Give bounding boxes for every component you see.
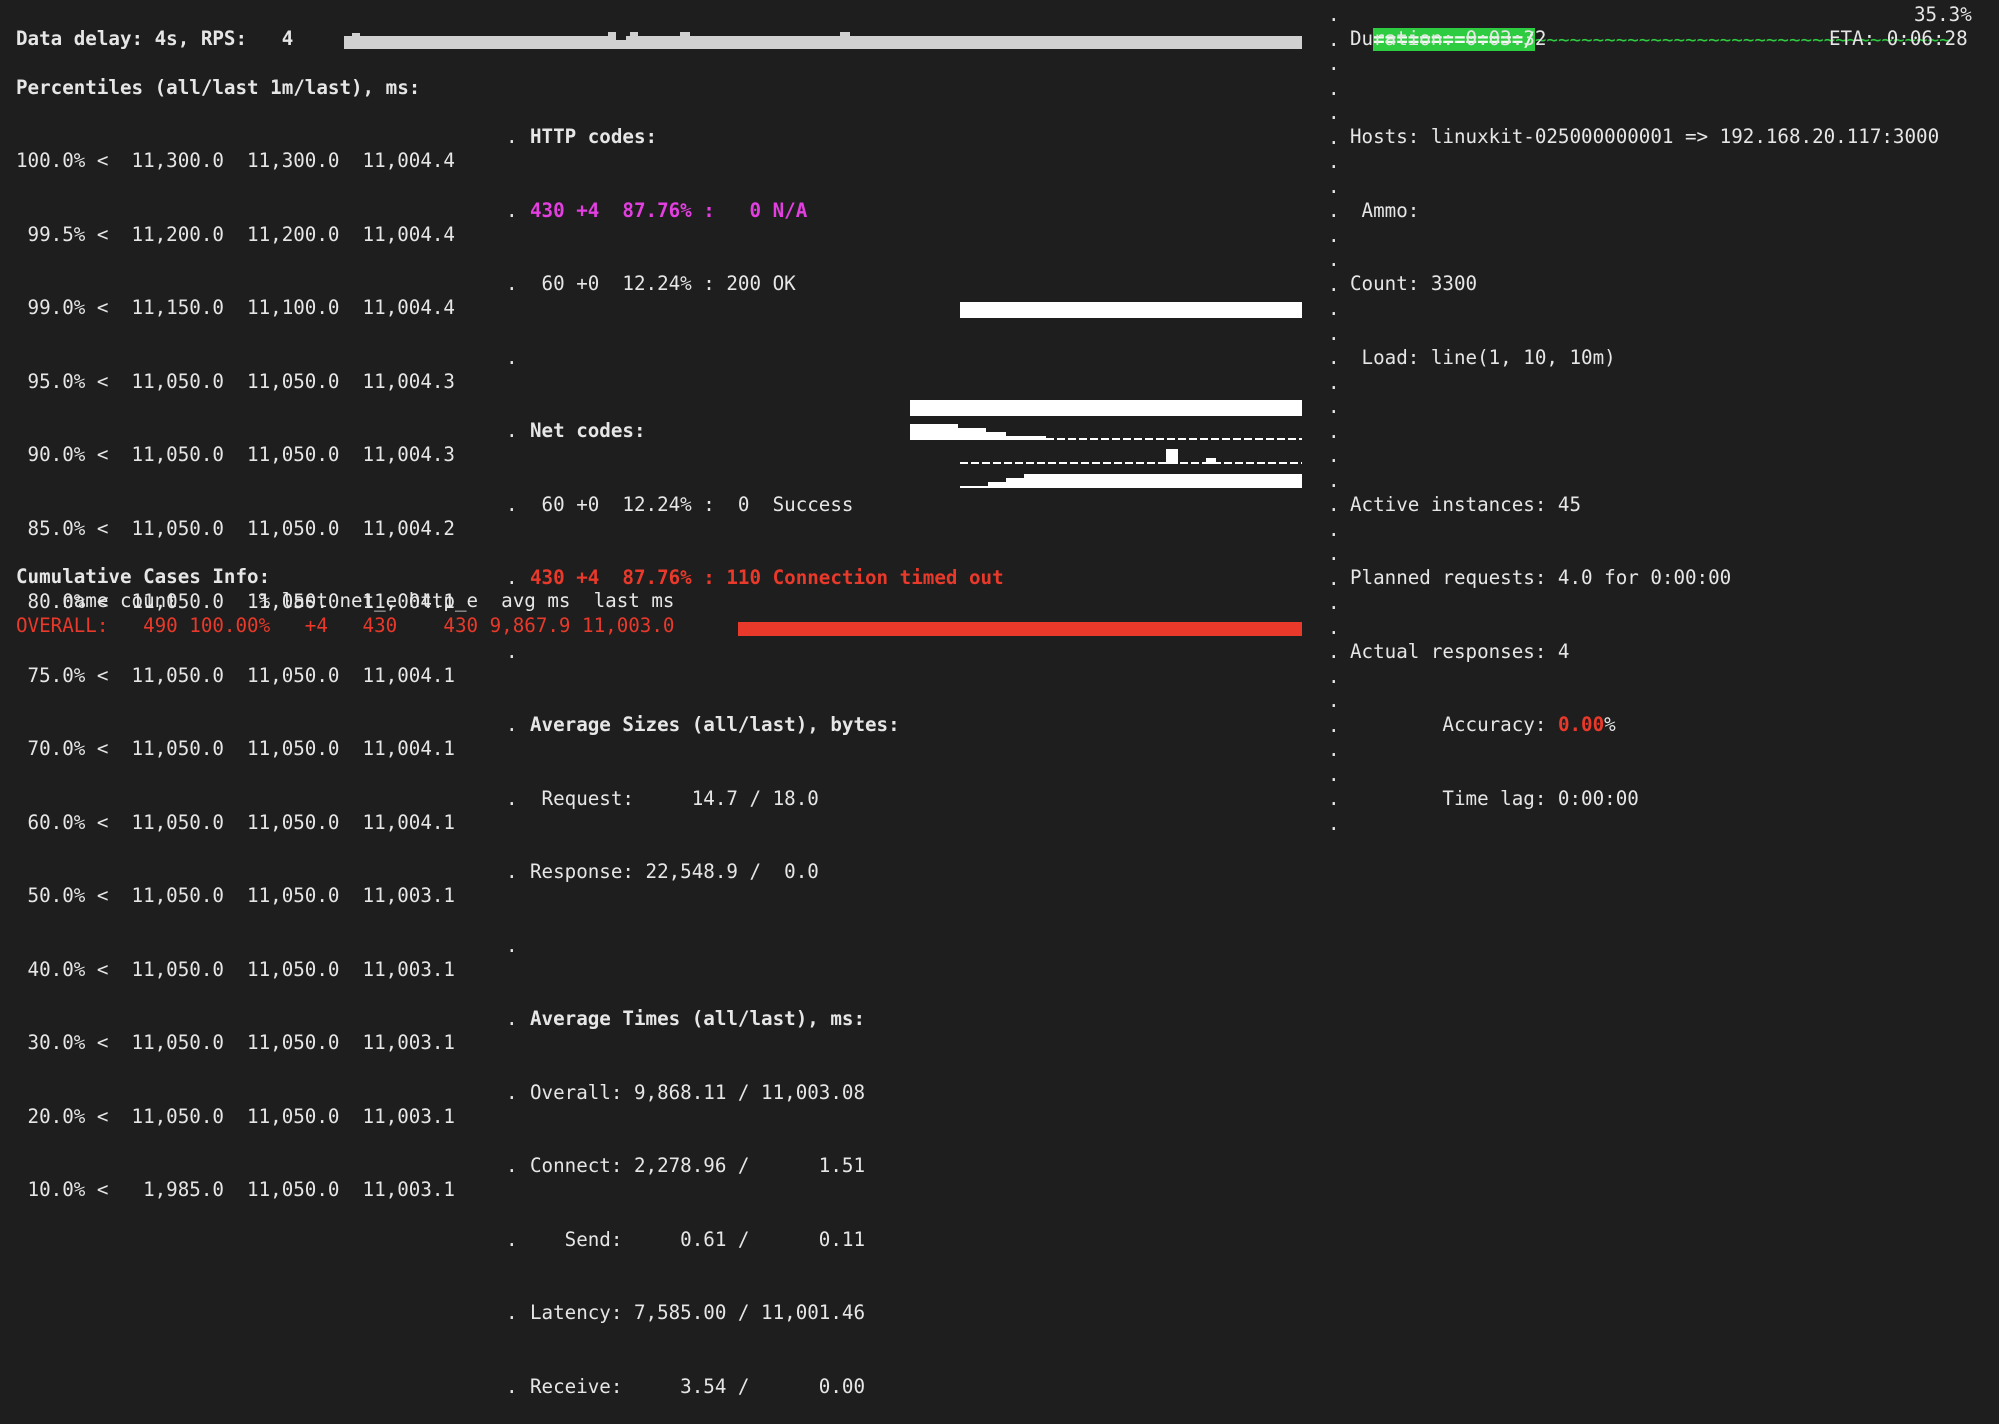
http-codes-section: HTTP codes: 430 +4 87.76% : 0 N/A 60 +0 … bbox=[530, 76, 1004, 1424]
separator-dot: . bbox=[1328, 199, 1340, 222]
percentiles-title: Percentiles (all/last 1m/last), ms: bbox=[16, 76, 421, 99]
accuracy-line: Accuracy: 0.00% bbox=[1350, 713, 1616, 736]
percentiles-table: 100.0% < 11,300.0 11,300.0 11,004.4 99.5… bbox=[16, 100, 455, 1227]
separator-dot: . bbox=[1328, 689, 1340, 712]
http-code-row-430: 430 +4 87.76% : 0 N/A bbox=[530, 198, 808, 222]
cases-overall-row: OVERALL: 490 100.00% +4 430 430 9,867.9 … bbox=[16, 614, 675, 637]
separator-dot: . bbox=[1328, 76, 1340, 100]
percentile-row: 95.0% < 11,050.0 11,050.0 11,004.3 bbox=[16, 369, 455, 393]
separator-dot: . bbox=[1328, 517, 1340, 541]
percentile-row: 90.0% < 11,050.0 11,050.0 11,004.3 bbox=[16, 443, 455, 466]
separator-dot: . bbox=[1328, 542, 1340, 565]
separator-dot: . bbox=[1328, 640, 1340, 663]
percentile-row: 50.0% < 11,050.0 11,050.0 11,003.1 bbox=[16, 884, 455, 907]
data-delay-rps: Data delay: 4s, RPS: 4 bbox=[16, 27, 294, 50]
separator-dot: . bbox=[1328, 223, 1340, 247]
load: Load: line(1, 10, 10m) bbox=[1350, 345, 1616, 369]
avg-time-send: Send: 0.61 / 0.11 bbox=[530, 1227, 866, 1251]
separator-dot: . bbox=[1328, 493, 1340, 516]
cases-title: Cumulative Cases Info: bbox=[16, 565, 271, 588]
separator-dot: . bbox=[1328, 615, 1340, 639]
separator-dot: . bbox=[1328, 811, 1340, 835]
percentile-row: 70.0% < 11,050.0 11,050.0 11,004.1 bbox=[16, 737, 455, 760]
count: Count: 3300 bbox=[1350, 272, 1478, 295]
separator-dot: . bbox=[1328, 321, 1340, 345]
separator-dot: . bbox=[1328, 52, 1340, 75]
avg-sizes-title: Average Sizes (all/last), bytes: bbox=[530, 713, 900, 736]
percentile-row: 20.0% < 11,050.0 11,050.0 11,003.1 bbox=[16, 1104, 455, 1128]
percentile-row: 10.0% < 1,985.0 11,050.0 11,003.1 bbox=[16, 1178, 455, 1201]
progress-percent: 35.3% bbox=[1914, 3, 1972, 26]
separator-dot: . bbox=[1328, 664, 1340, 688]
eta: ETA: 0:06:28 bbox=[1829, 27, 1968, 50]
separator-dot: . bbox=[1328, 444, 1340, 467]
actual-responses: Actual responses: 4 bbox=[1350, 639, 1570, 663]
separator-dot: . bbox=[1328, 248, 1340, 271]
avg-time-receive: Receive: 3.54 / 0.00 bbox=[530, 1374, 866, 1398]
separator-dot: . bbox=[1328, 468, 1340, 492]
avg-time-connect: Connect: 2,278.96 / 1.51 bbox=[530, 1154, 866, 1177]
accuracy-value: 0.00 bbox=[1557, 713, 1605, 736]
overall-time-bar bbox=[910, 400, 1302, 416]
middle-column-dots: . . . . . . . . . . . . . . . . . . bbox=[506, 125, 518, 1398]
percentile-row: 60.0% < 11,050.0 11,050.0 11,004.1 bbox=[16, 810, 455, 834]
http-codes-title: HTTP codes: bbox=[530, 125, 658, 148]
avg-times-title: Average Times (all/last), ms: bbox=[530, 1007, 866, 1030]
separator-dot: . bbox=[1328, 27, 1340, 51]
avg-time-overall: Overall: 9,868.11 / 11,003.08 bbox=[530, 1080, 866, 1104]
separator-dot: . bbox=[1328, 370, 1340, 394]
planned-requests: Planned requests: 4.0 for 0:00:00 bbox=[1350, 566, 1732, 589]
percentile-row: 99.0% < 11,150.0 11,100.0 11,004.4 bbox=[16, 296, 455, 319]
percentile-row: 30.0% < 11,050.0 11,050.0 11,003.1 bbox=[16, 1031, 455, 1054]
separator-dot: . bbox=[1328, 297, 1340, 320]
time-lag: Time lag: 0:00:00 bbox=[1350, 786, 1639, 810]
separator-dot: . bbox=[1328, 101, 1340, 124]
separator-dot: . bbox=[1328, 150, 1340, 173]
percentile-row: 40.0% < 11,050.0 11,050.0 11,003.1 bbox=[16, 957, 455, 981]
net-code-row-timeout: 430 +4 87.76% : 110 Connection timed out bbox=[530, 566, 1004, 589]
avg-size-response: Response: 22,548.9 / 0.0 bbox=[530, 860, 819, 883]
avg-time-latency: Latency: 7,585.00 / 11,001.46 bbox=[530, 1301, 866, 1324]
separator-dot: . bbox=[1328, 346, 1340, 369]
percentile-row: 85.0% < 11,050.0 11,050.0 11,004.2 bbox=[16, 516, 455, 540]
separator-dot: . bbox=[1328, 738, 1340, 761]
separator-dot: . bbox=[1328, 174, 1340, 198]
right-column-dots: .................................. bbox=[1328, 3, 1340, 836]
separator-dot: . bbox=[1328, 566, 1340, 590]
percentile-row: 99.5% < 11,200.0 11,200.0 11,004.4 bbox=[16, 222, 455, 246]
right-info: Hosts: linuxkit-025000000001 => 192.168.… bbox=[1350, 76, 1939, 836]
duration: Duration: 0:03:32 bbox=[1350, 27, 1547, 50]
separator-dot: . bbox=[1328, 272, 1340, 296]
separator-dot: . bbox=[1328, 419, 1340, 443]
separator-dot: . bbox=[1328, 787, 1340, 810]
separator-dot: . bbox=[1328, 125, 1340, 149]
separator-dot: . bbox=[1328, 762, 1340, 786]
separator-dot: . bbox=[1328, 713, 1340, 737]
active-instances: Active instances: 45 bbox=[1350, 492, 1582, 516]
avg-size-request: Request: 14.7 / 18.0 bbox=[530, 786, 819, 810]
request-size-bar bbox=[960, 302, 1302, 318]
ammo: Ammo: bbox=[1350, 198, 1420, 222]
percentile-row: 75.0% < 11,050.0 11,050.0 11,004.1 bbox=[16, 663, 455, 687]
hosts: Hosts: linuxkit-025000000001 => 192.168.… bbox=[1350, 125, 1940, 148]
percentile-row: 100.0% < 11,300.0 11,300.0 11,004.4 bbox=[16, 149, 455, 172]
http-code-row-200: 60 +0 12.24% : 200 OK bbox=[530, 272, 796, 295]
separator-dot: . bbox=[1328, 591, 1340, 614]
separator-dot: . bbox=[1328, 3, 1340, 26]
separator-dot: . bbox=[1328, 395, 1340, 418]
net-code-row-success: 60 +0 12.24% : 0 Success bbox=[530, 492, 854, 516]
cases-header: name count % last net_e http_e avg ms la… bbox=[16, 589, 675, 612]
